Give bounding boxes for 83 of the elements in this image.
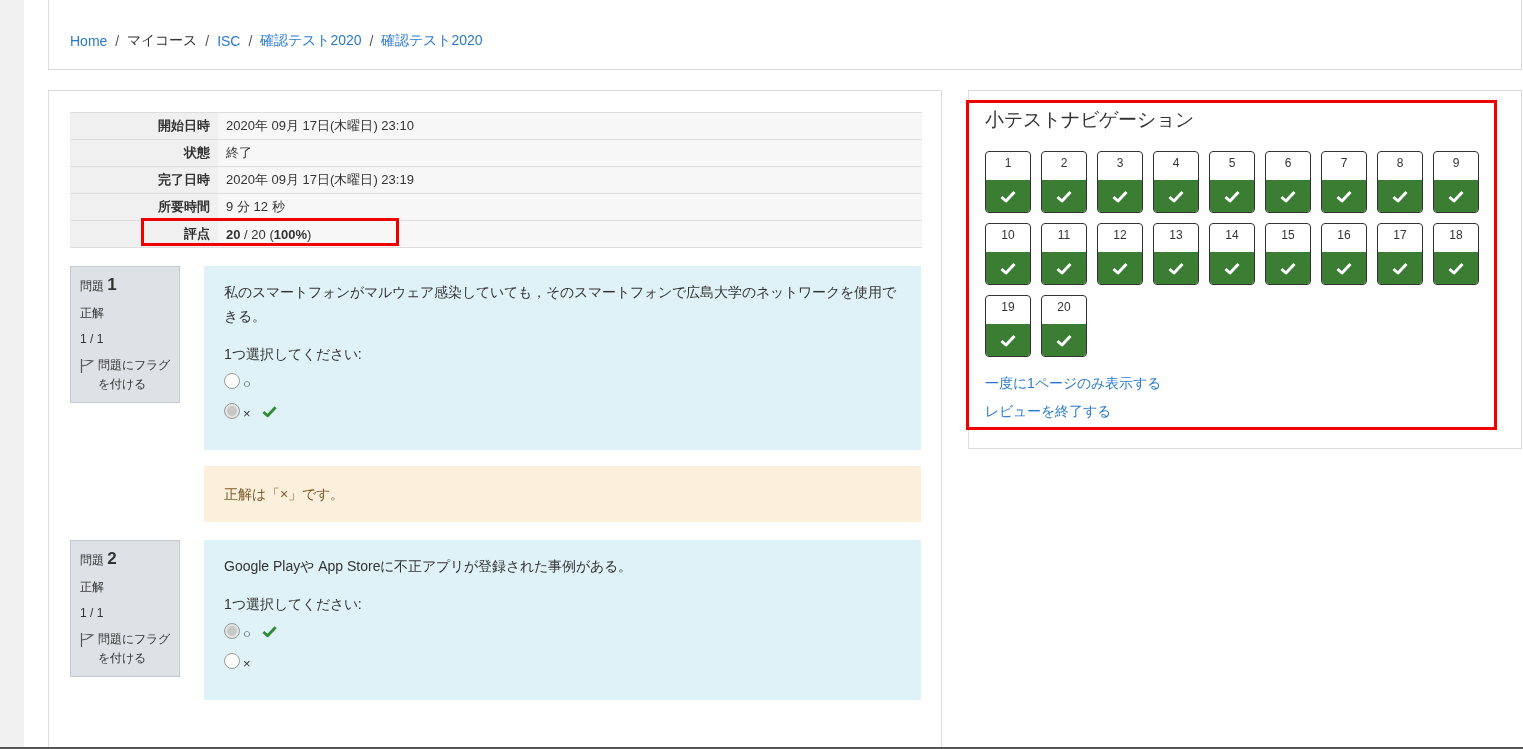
question-text: Google Playや App Storeに不正アプリが登録された事例がある。 bbox=[224, 557, 634, 576]
check-icon bbox=[1000, 189, 1016, 203]
question-nav-button[interactable]: 12 bbox=[1097, 223, 1143, 285]
check-icon bbox=[1056, 333, 1072, 347]
summary-label: 状態 bbox=[70, 139, 218, 167]
summary-label: 完了日時 bbox=[70, 166, 218, 194]
check-icon bbox=[1392, 261, 1408, 275]
question-text: 私のスマートフォンがマルウェア感染していても，そのスマートフォンで広島大学のネットワークを使用できる。 bbox=[224, 283, 897, 326]
check-icon bbox=[1448, 261, 1464, 275]
question-number: 問題 2 bbox=[80, 549, 118, 569]
check-icon bbox=[1280, 189, 1296, 203]
question-nav-button[interactable]: 13 bbox=[1153, 223, 1199, 285]
check-icon bbox=[1224, 261, 1240, 275]
summary-value: 2020年 09月 17日(木曜日) 23:19 bbox=[218, 166, 922, 194]
check-icon bbox=[1224, 189, 1240, 203]
breadcrumb-separator: / bbox=[248, 32, 253, 49]
flag-link[interactable]: 問題にフラグを付ける bbox=[98, 630, 170, 668]
check-icon bbox=[1448, 189, 1464, 203]
summary-value: 2020年 09月 17日(木曜日) 23:10 bbox=[218, 112, 922, 140]
check-icon bbox=[1280, 261, 1296, 275]
check-icon bbox=[1000, 261, 1016, 275]
breadcrumb-link[interactable]: 確認テスト2020 bbox=[260, 31, 362, 50]
question-nav-button[interactable]: 20 bbox=[1041, 295, 1087, 357]
question-nav-button[interactable]: 3 bbox=[1097, 151, 1143, 213]
question-nav-button[interactable]: 16 bbox=[1321, 223, 1367, 285]
question-nav-button[interactable]: 4 bbox=[1153, 151, 1199, 213]
question-state: 正解 bbox=[80, 579, 105, 596]
radio-button[interactable] bbox=[224, 403, 240, 419]
question-nav-button[interactable]: 1 bbox=[985, 151, 1031, 213]
radio-button[interactable] bbox=[224, 623, 240, 639]
option-label: ○ bbox=[243, 625, 251, 643]
question-nav-button[interactable]: 9 bbox=[1433, 151, 1479, 213]
check-icon bbox=[1168, 261, 1184, 275]
breadcrumb-separator: / bbox=[115, 32, 120, 49]
question-nav-button[interactable]: 6 bbox=[1265, 151, 1311, 213]
question-nav-button[interactable]: 2 bbox=[1041, 151, 1087, 213]
question-prompt: 1つ選択してください: bbox=[224, 595, 363, 614]
option-label: ○ bbox=[243, 375, 251, 393]
check-icon bbox=[1168, 189, 1184, 203]
check-icon bbox=[1336, 261, 1352, 275]
check-icon bbox=[1392, 189, 1408, 203]
summary-label: 開始日時 bbox=[70, 112, 218, 140]
navigation-title: 小テストナビゲーション bbox=[985, 108, 1195, 132]
breadcrumb-link[interactable]: 確認テスト2020 bbox=[381, 31, 483, 50]
option-label: × bbox=[243, 405, 251, 423]
question-nav-button[interactable]: 7 bbox=[1321, 151, 1367, 213]
breadcrumb-link[interactable]: Home bbox=[70, 32, 108, 49]
summary-value: 終了 bbox=[218, 139, 922, 167]
question-nav-button[interactable]: 10 bbox=[985, 223, 1031, 285]
check-icon bbox=[1056, 189, 1072, 203]
question-nav-button[interactable]: 17 bbox=[1377, 223, 1423, 285]
question-number: 問題 1 bbox=[80, 275, 118, 295]
question-nav-button[interactable]: 11 bbox=[1041, 223, 1087, 285]
check-icon bbox=[1336, 189, 1352, 203]
flag-icon[interactable] bbox=[80, 632, 94, 648]
breadcrumb-separator: / bbox=[369, 32, 374, 49]
check-icon bbox=[1056, 261, 1072, 275]
feedback-text: 正解は「×」です。 bbox=[204, 466, 921, 522]
navigation-link[interactable]: レビューを終了する bbox=[985, 403, 1111, 421]
question-nav-button[interactable]: 15 bbox=[1265, 223, 1311, 285]
breadcrumb-link[interactable]: ISC bbox=[217, 32, 241, 49]
radio-button[interactable] bbox=[224, 373, 240, 389]
check-icon bbox=[1112, 189, 1128, 203]
flag-link[interactable]: 問題にフラグを付ける bbox=[98, 356, 170, 394]
question-nav-button[interactable]: 14 bbox=[1209, 223, 1255, 285]
question-nav-button[interactable]: 8 bbox=[1377, 151, 1423, 213]
option-label: × bbox=[243, 655, 251, 673]
check-icon bbox=[1000, 333, 1016, 347]
question-prompt: 1つ選択してください: bbox=[224, 345, 363, 364]
question-nav-button[interactable]: 18 bbox=[1433, 223, 1479, 285]
question-nav-button[interactable]: 19 bbox=[985, 295, 1031, 357]
breadcrumb-item: マイコース bbox=[127, 31, 198, 50]
radio-button[interactable] bbox=[224, 653, 240, 669]
question-mark: 1 / 1 bbox=[80, 332, 105, 346]
check-icon bbox=[1112, 261, 1128, 275]
flag-icon[interactable] bbox=[80, 358, 94, 374]
summary-value: 9 分 12 秒 bbox=[218, 193, 922, 221]
summary-value: 20 / 20 (100%) bbox=[218, 220, 922, 248]
navigation-link[interactable]: 一度に1ページのみ表示する bbox=[985, 375, 1161, 393]
breadcrumb-separator: / bbox=[205, 32, 210, 49]
question-mark: 1 / 1 bbox=[80, 606, 105, 620]
question-state: 正解 bbox=[80, 305, 105, 322]
question-nav-button[interactable]: 5 bbox=[1209, 151, 1255, 213]
